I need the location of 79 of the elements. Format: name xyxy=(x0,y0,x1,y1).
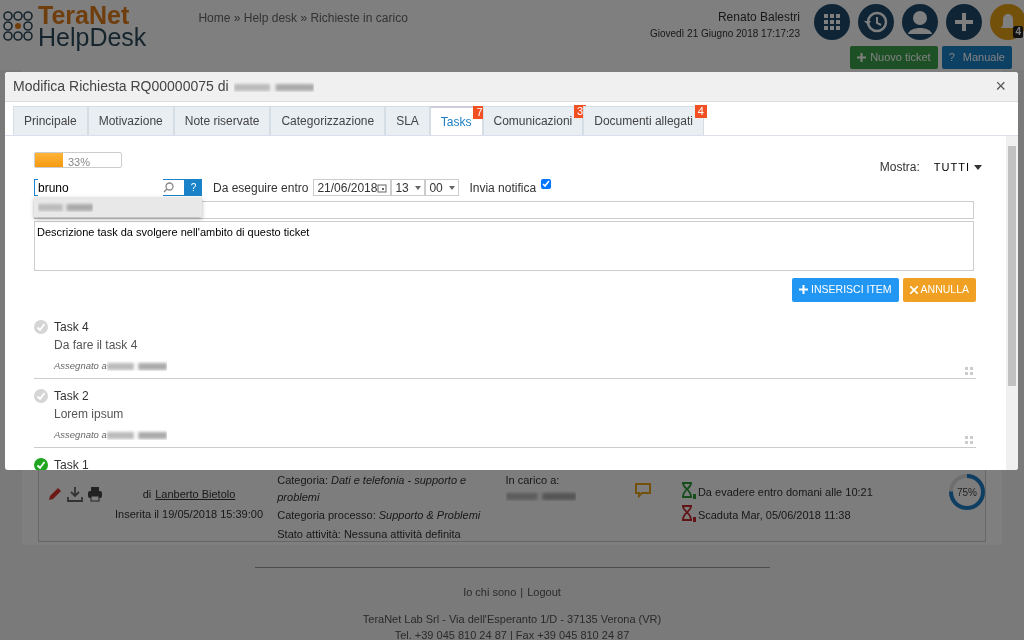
blurred-name xyxy=(106,360,167,371)
user-name: Renato Balestri xyxy=(716,9,800,26)
deadline-text: Da evadere entro domani alle 10:21 xyxy=(697,484,873,500)
caret-icon xyxy=(415,185,422,190)
task-description: Da fare il task 4 xyxy=(54,336,139,354)
logo-text: TeraNet xyxy=(38,4,130,26)
breadcrumb: Home » Help desk » Richieste in carico xyxy=(198,10,408,27)
hour-select[interactable]: 13 xyxy=(391,179,426,196)
close-button[interactable]: × xyxy=(991,73,1010,100)
notify-label: Invia notifica xyxy=(469,179,537,197)
notify-checkbox[interactable] xyxy=(541,178,552,189)
insert-date: Inserita il 19/05/2018 15:39:00 xyxy=(114,506,265,522)
separator: | xyxy=(520,585,524,600)
assignee-label: In carico a: xyxy=(505,473,561,488)
task-title: Task 2 xyxy=(54,387,90,405)
grid-icon[interactable] xyxy=(814,4,850,40)
tab[interactable]: Tasks 7 xyxy=(429,106,483,135)
blurred-name xyxy=(38,202,93,212)
hourglass-icon xyxy=(679,482,698,500)
check-circle-icon[interactable] xyxy=(34,457,48,470)
progress-label: 75% xyxy=(957,486,977,500)
date-field[interactable]: 21/06/2018 xyxy=(313,179,392,196)
category-text: Categoria: Dati e telefonia - supporto e problemi xyxy=(277,473,468,505)
drag-handle-icon[interactable] xyxy=(965,366,973,375)
history-icon[interactable] xyxy=(858,4,894,40)
description-field[interactable]: Descrizione task da svolgere nell'ambito di questo ticket xyxy=(34,220,974,271)
bell-icon[interactable] xyxy=(990,4,1024,40)
blurred-name xyxy=(505,490,576,501)
help-button[interactable]: ? xyxy=(185,179,202,196)
tab[interactable]: Documenti allegati 4 xyxy=(583,106,704,135)
drag-handle-icon[interactable] xyxy=(965,435,973,444)
tab[interactable]: Categorizzazione xyxy=(270,106,386,135)
caret-icon xyxy=(974,164,982,170)
author-link[interactable]: Lanberto Bietolo xyxy=(155,486,236,503)
task-description: Lorem ipsum xyxy=(54,405,125,423)
progress-ring xyxy=(949,474,985,510)
assigned-label: Assegnato a xyxy=(54,427,107,442)
check-circle-icon[interactable] xyxy=(34,388,48,403)
tab[interactable]: SLA xyxy=(385,106,430,135)
calendar-icon xyxy=(377,182,388,193)
tab[interactable]: Motivazione xyxy=(87,106,174,135)
task-title: Task 4 xyxy=(54,318,90,336)
modal-title: Modifica Richiesta RQ00000075 di xyxy=(13,77,229,96)
close-icon xyxy=(909,285,918,294)
filter-label: Mostra: xyxy=(879,159,920,177)
process-text: Categoria processo: Supporto & Problemi xyxy=(277,508,482,523)
progress-label: 33% xyxy=(68,155,91,170)
search-icon xyxy=(163,182,174,193)
autocomplete-menu[interactable] xyxy=(34,197,202,217)
pencil-icon[interactable] xyxy=(47,486,63,502)
user-icon[interactable] xyxy=(902,4,938,40)
plus-icon[interactable] xyxy=(946,4,982,40)
tab[interactable]: Comunicazioni 3 xyxy=(482,106,584,135)
filter-dropdown[interactable]: TUTTI xyxy=(927,158,988,177)
notification-badge: 4 xyxy=(1013,26,1023,38)
caret-icon xyxy=(449,185,456,190)
tab[interactable]: Principale xyxy=(13,106,88,135)
assigned-label: Assegnato a xyxy=(54,358,107,373)
download-icon[interactable] xyxy=(67,486,83,502)
tab[interactable]: Note riservate xyxy=(173,106,271,135)
hourglass-icon xyxy=(679,505,698,523)
minute-select[interactable]: 00 xyxy=(425,179,460,196)
date-time: Giovedì 21 Giugno 2018 17:17:23 xyxy=(649,27,800,41)
count-badge: 4 xyxy=(694,105,707,118)
plus-icon xyxy=(857,52,867,62)
state-text: Stato attività: Nessuna attività definita xyxy=(277,526,462,542)
deadline-text: Scaduta Mar, 05/06/2018 11:38 xyxy=(697,507,851,523)
comment-icon[interactable] xyxy=(635,482,652,498)
logo-icon xyxy=(2,10,34,42)
blurred-name xyxy=(106,429,167,440)
scrollbar[interactable] xyxy=(1006,136,1018,470)
address-text: TeraNet Lab Srl - Via dell'Esperanto 1/D - 37135 Verona (VR) xyxy=(361,611,663,627)
printer-icon[interactable] xyxy=(87,486,103,502)
plus-icon xyxy=(799,285,809,294)
due-label: Da eseguire entro xyxy=(213,179,309,197)
check-circle-icon[interactable] xyxy=(34,319,48,334)
search-field[interactable]: bruno xyxy=(34,179,185,196)
task-title: Task 1 xyxy=(54,456,89,470)
author-prefix: di xyxy=(142,487,152,502)
